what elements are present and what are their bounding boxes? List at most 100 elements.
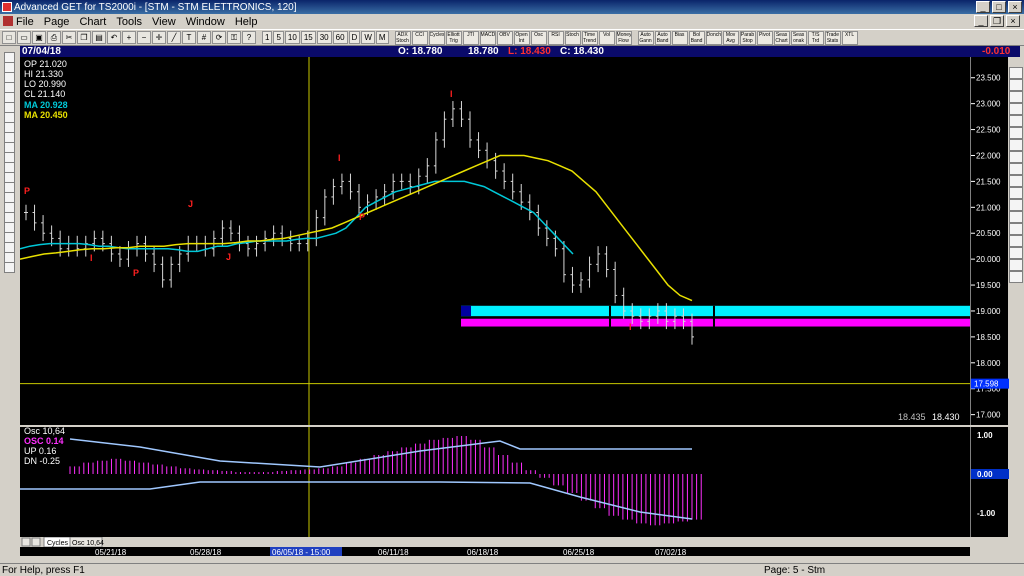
tool-button[interactable]: Bias	[671, 30, 688, 45]
help-icon[interactable]: ?	[242, 31, 256, 44]
paste-icon[interactable]: ▤	[92, 31, 106, 44]
side-tool-icon[interactable]	[1009, 223, 1023, 235]
tool-button[interactable]: Donch	[705, 30, 722, 45]
save-icon[interactable]: ▣	[32, 31, 46, 44]
study-button[interactable]: CCI	[411, 30, 428, 45]
side-tool-icon[interactable]	[1009, 259, 1023, 271]
period-button-15[interactable]: 15	[300, 31, 316, 44]
price-chart[interactable]: OP 21.020 HI 21.330 LO 20.990 CL 21.140 …	[19, 57, 970, 425]
mdi-minimize-button[interactable]: _	[974, 15, 988, 27]
side-tool-icon[interactable]	[1009, 151, 1023, 163]
study-button[interactable]: MACD	[479, 30, 496, 45]
tool-button[interactable]: Seas onak	[790, 30, 807, 45]
study-button[interactable]: JTI	[462, 30, 479, 45]
side-tool-icon[interactable]	[1009, 163, 1023, 175]
side-tool-icon[interactable]	[1009, 103, 1023, 115]
target-zone-lower[interactable]	[461, 318, 970, 327]
side-tool-icon[interactable]	[1009, 115, 1023, 127]
side-tool-icon[interactable]	[1009, 199, 1023, 211]
study-button[interactable]: Osc	[530, 30, 547, 45]
side-tool-icon[interactable]	[1009, 127, 1023, 139]
tool-button[interactable]: Trade Stats	[824, 30, 841, 45]
target-zone-upper[interactable]	[461, 305, 970, 317]
wave-label: I	[629, 322, 632, 332]
menu-chart[interactable]: Chart	[79, 16, 106, 28]
left-tool-strip	[0, 46, 20, 556]
text-icon[interactable]: T	[182, 31, 196, 44]
tool-button[interactable]: Seas Chart	[773, 30, 790, 45]
price-bar	[117, 246, 122, 267]
new-icon[interactable]: □	[2, 31, 16, 44]
menu-window[interactable]: Window	[186, 16, 225, 28]
side-tool-icon[interactable]	[1009, 271, 1023, 283]
open-icon[interactable]: ▭	[17, 31, 31, 44]
side-tool-icon[interactable]	[1009, 211, 1023, 223]
menu-tools[interactable]: Tools	[116, 16, 142, 28]
price-bar	[579, 272, 583, 293]
side-tool-icon[interactable]	[1009, 187, 1023, 199]
lock-icon[interactable]: ⚿	[227, 31, 241, 44]
study-button[interactable]: Money Flow	[615, 30, 632, 45]
period-button-10[interactable]: 10	[284, 31, 300, 44]
tool-button[interactable]: T/S Trd	[807, 30, 824, 45]
undo-icon[interactable]: ↶	[107, 31, 121, 44]
zoom-in-icon[interactable]: +	[122, 31, 136, 44]
study-button[interactable]: RSI	[547, 30, 564, 45]
print-icon[interactable]: ⎙	[47, 31, 61, 44]
study-button[interactable]: Open Int	[513, 30, 530, 45]
period-button-w[interactable]: W	[361, 31, 375, 44]
menu-file[interactable]: File	[16, 16, 34, 28]
refresh-icon[interactable]: ⟳	[212, 31, 226, 44]
tool-button[interactable]: Pivot	[756, 30, 773, 45]
menu-help[interactable]: Help	[235, 16, 258, 28]
mdi-restore-button[interactable]: ❐	[990, 15, 1004, 27]
side-tool-icon[interactable]	[1009, 79, 1023, 91]
tool-button[interactable]: XTL	[841, 30, 858, 45]
side-tool-icon[interactable]	[1009, 139, 1023, 151]
tool-button[interactable]: Mov Avg	[722, 30, 739, 45]
close-button[interactable]: ×	[1008, 1, 1022, 13]
zoom-out-icon[interactable]: −	[137, 31, 151, 44]
period-button-30[interactable]: 30	[316, 31, 332, 44]
tab-cycles-label: Cycles	[47, 540, 69, 547]
tab-scroll-left[interactable]	[21, 537, 31, 547]
tab-scroll-right[interactable]	[31, 537, 41, 547]
period-button-60[interactable]: 60	[332, 31, 348, 44]
side-tool-icon[interactable]	[1009, 235, 1023, 247]
price-bar	[280, 225, 285, 247]
study-button[interactable]: Stoch	[564, 30, 581, 45]
study-button[interactable]: Vol	[598, 30, 615, 45]
study-button[interactable]: Time Trend	[581, 30, 598, 45]
side-tool-icon[interactable]	[1009, 247, 1023, 259]
price-chart-svg[interactable]: OP 21.020 HI 21.330 LO 20.990 CL 21.140 …	[19, 57, 970, 425]
oscillator-svg[interactable]: Osc 10,64 OSC 0.14 UP 0.16 DN -0.25	[20, 426, 970, 537]
mdi-close-button[interactable]: ×	[1006, 15, 1020, 27]
period-button-5[interactable]: 5	[273, 31, 284, 44]
side-tool-icon[interactable]	[1009, 175, 1023, 187]
period-button-d[interactable]: D	[348, 31, 361, 44]
study-button[interactable]: OBV	[496, 30, 513, 45]
maximize-button[interactable]: □	[992, 1, 1006, 13]
study-button[interactable]: ADX Stoch	[394, 30, 411, 45]
price-axis[interactable]: 23.500 23.000 22.500 22.000 21.500 21.000 20.5…	[970, 57, 1009, 425]
grid-icon[interactable]: #	[197, 31, 211, 44]
menu-view[interactable]: View	[152, 16, 176, 28]
side-tool-icon[interactable]	[1009, 91, 1023, 103]
copy-icon[interactable]: ❐	[77, 31, 91, 44]
line-icon[interactable]: ╱	[167, 31, 181, 44]
drawing-tool-icon[interactable]	[4, 262, 15, 273]
crosshair-icon[interactable]: ✛	[152, 31, 166, 44]
tool-button[interactable]: Parab Stop	[739, 30, 756, 45]
oscillator-chart[interactable]: Osc 10,64 OSC 0.14 UP 0.16 DN -0.25	[20, 426, 970, 537]
period-button-m[interactable]: M	[375, 31, 389, 44]
side-tool-icon[interactable]	[1009, 67, 1023, 79]
study-button[interactable]: Elliott Trig	[445, 30, 462, 45]
tool-button[interactable]: Auto Band	[654, 30, 671, 45]
study-button[interactable]: Cycles	[428, 30, 445, 45]
minimize-button[interactable]: _	[976, 1, 990, 13]
period-button-1[interactable]: 1	[262, 31, 273, 44]
menu-page[interactable]: Page	[44, 16, 70, 28]
cut-icon[interactable]: ✂	[62, 31, 76, 44]
tool-button[interactable]: Auto Gann	[637, 30, 654, 45]
tool-button[interactable]: Bol Band	[688, 30, 705, 45]
